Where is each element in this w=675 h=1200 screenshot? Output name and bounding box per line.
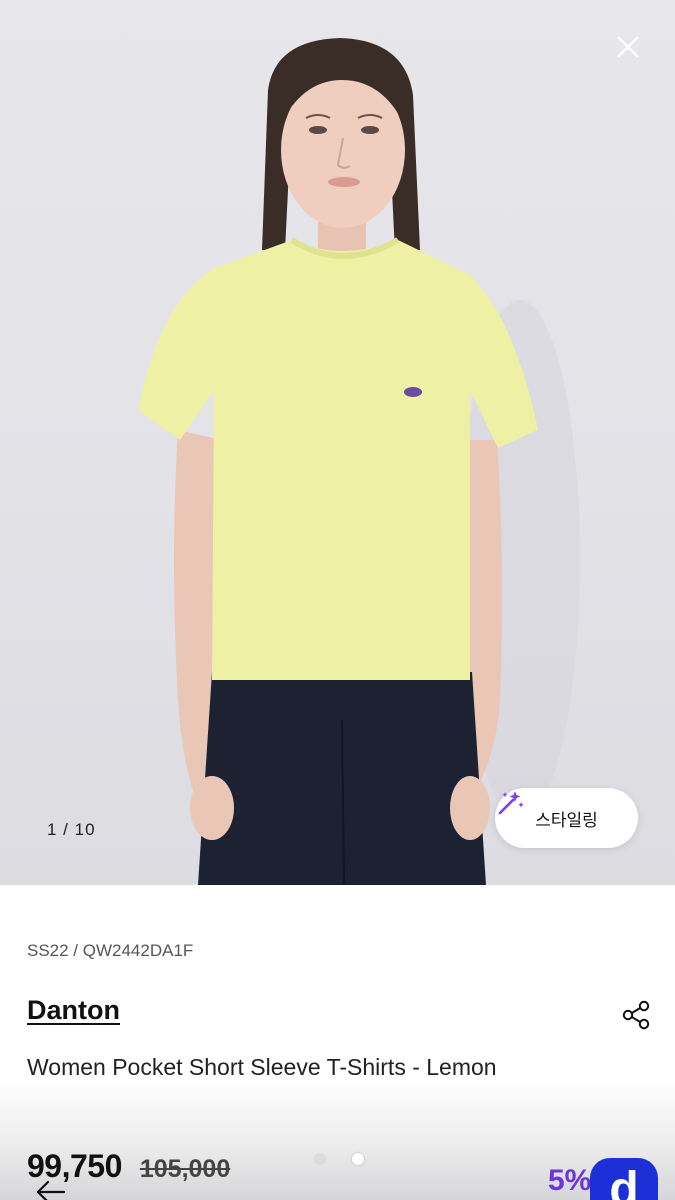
discount-rate: 5% (548, 1164, 592, 1197)
model-illustration (138, 38, 580, 885)
styling-label: 스타일링 (535, 810, 598, 831)
original-price: 105,000 (139, 1155, 231, 1183)
close-button[interactable] (611, 30, 645, 64)
styling-button[interactable]: 스타일링 (495, 788, 638, 848)
back-button[interactable] (34, 1172, 68, 1200)
product-image[interactable]: 1 / 10 스타일링 (0, 0, 675, 885)
arrow-left-icon (36, 1180, 66, 1200)
carousel-dot-active[interactable] (352, 1153, 364, 1165)
app-logo-letter: d (609, 1163, 639, 1200)
brand-link[interactable]: Danton (27, 995, 120, 1026)
app-logo-button[interactable]: d (590, 1158, 658, 1200)
share-button[interactable] (620, 999, 652, 1031)
carousel-dots (314, 1153, 364, 1165)
image-counter: 1 / 10 (47, 820, 96, 839)
carousel-dot[interactable] (314, 1153, 326, 1165)
close-icon (617, 36, 639, 58)
product-title: Women Pocket Short Sleeve T-Shirts - Lem… (27, 1054, 497, 1080)
product-detail-screen: 1 / 10 스타일링 SS22 / QW2442DA1F Danton Wom… (0, 0, 675, 1200)
product-sku: SS22 / QW2442DA1F (27, 941, 194, 960)
magic-wand-icon (498, 791, 524, 815)
share-icon (622, 1000, 650, 1030)
